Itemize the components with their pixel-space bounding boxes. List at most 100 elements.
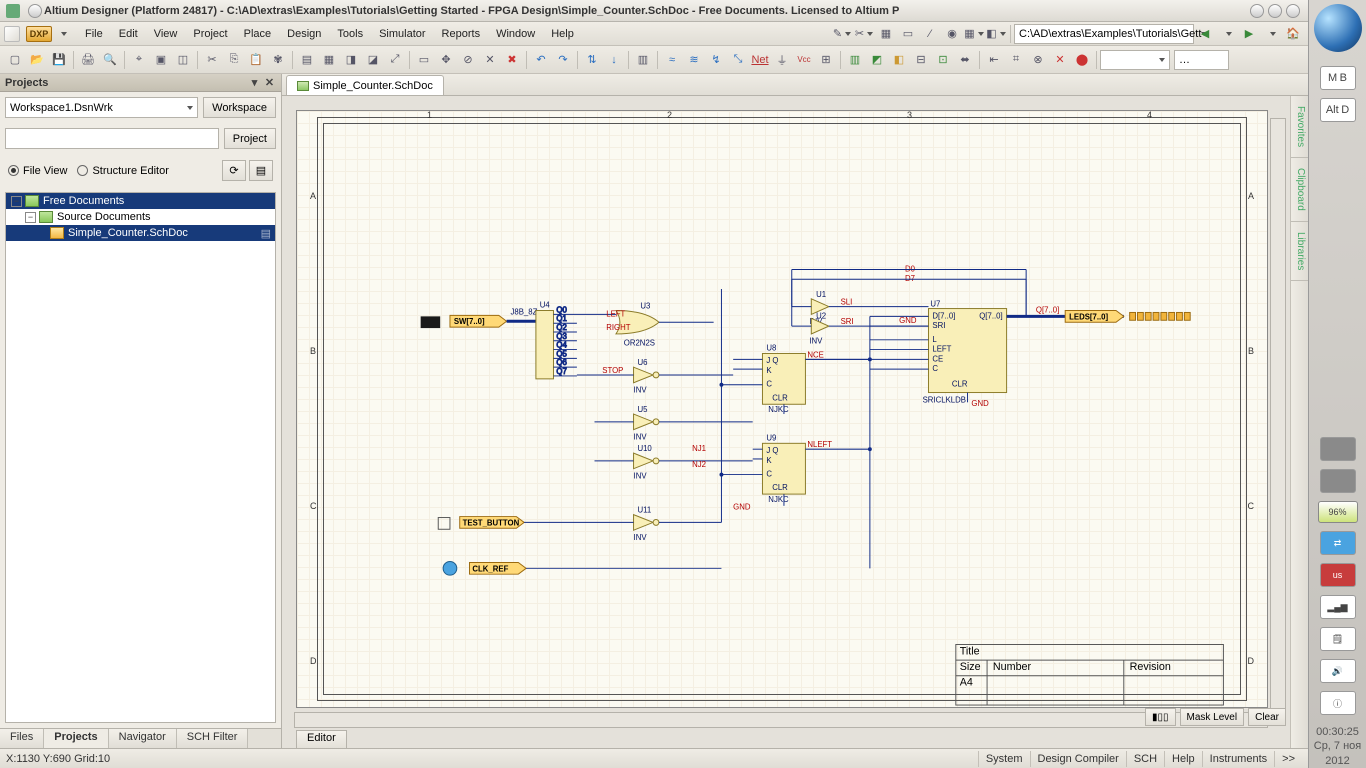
dxp-dropdown-icon[interactable] bbox=[61, 32, 67, 36]
editor-tab[interactable]: Editor bbox=[296, 730, 347, 748]
place-signal-icon[interactable]: ↯ bbox=[706, 50, 726, 70]
tool-slash-icon[interactable]: ⁄ bbox=[920, 24, 940, 44]
tray-drive-icon[interactable] bbox=[1320, 437, 1356, 461]
menu-reports[interactable]: Reports bbox=[434, 25, 489, 43]
print-icon[interactable]: 🖨 bbox=[78, 50, 98, 70]
down-icon[interactable]: ↓ bbox=[604, 50, 624, 70]
device-sheet-icon[interactable]: ◧ bbox=[889, 50, 909, 70]
align-obj-icon[interactable]: ⌗ bbox=[1006, 50, 1026, 70]
diff-icon[interactable]: ⬤ bbox=[1072, 50, 1092, 70]
place-busentry-icon[interactable]: ⤡ bbox=[728, 50, 748, 70]
place-power-gnd-icon[interactable]: ⏚ bbox=[772, 50, 792, 70]
maximize-button[interactable] bbox=[1268, 4, 1282, 18]
harness-icon[interactable]: ⊟ bbox=[911, 50, 931, 70]
tree-source-documents[interactable]: −Source Documents bbox=[6, 209, 275, 225]
tree-config-icon[interactable]: ▤ bbox=[249, 160, 273, 181]
hier-icon[interactable]: ◨ bbox=[341, 50, 361, 70]
menu-tools[interactable]: Tools bbox=[329, 25, 371, 43]
menu-help[interactable]: Help bbox=[543, 25, 582, 43]
menu-edit[interactable]: Edit bbox=[111, 25, 146, 43]
project-combo[interactable] bbox=[5, 128, 219, 149]
tab-projects[interactable]: Projects bbox=[44, 729, 108, 748]
menu-place[interactable]: Place bbox=[236, 25, 280, 43]
tool-grid-icon[interactable]: ▦ bbox=[964, 24, 984, 44]
dock-launcher-1[interactable]: M B bbox=[1320, 66, 1356, 90]
tray-network-icon[interactable]: ▂▄▆ bbox=[1320, 595, 1356, 619]
move-icon[interactable]: ✥ bbox=[436, 50, 456, 70]
nav-back-drop[interactable] bbox=[1217, 24, 1237, 44]
open-icon[interactable]: 📂 bbox=[27, 50, 47, 70]
noerc-icon[interactable]: ⊗ bbox=[1028, 50, 1048, 70]
dock-launcher-2[interactable]: Alt D bbox=[1320, 98, 1356, 122]
clear-button[interactable]: Clear bbox=[1248, 708, 1286, 726]
copy-icon[interactable]: ⎘ bbox=[224, 50, 244, 70]
structure-editor-radio[interactable]: Structure Editor bbox=[77, 165, 168, 177]
schematic-canvas[interactable]: 1 2 3 4 A B C D A B C D SW[7..0] J8B_8 bbox=[282, 96, 1308, 748]
menu-file[interactable]: File bbox=[77, 25, 111, 43]
nav-icon[interactable]: ◪ bbox=[363, 50, 383, 70]
stab-sch[interactable]: SCH bbox=[1126, 751, 1164, 767]
workspace-button[interactable]: Workspace bbox=[203, 97, 276, 118]
tool-chip-icon[interactable]: ▦ bbox=[876, 24, 896, 44]
mask-combo[interactable]: … bbox=[1174, 50, 1229, 70]
updown-icon[interactable]: ⇅ bbox=[582, 50, 602, 70]
stamp-icon[interactable]: ✾ bbox=[268, 50, 288, 70]
crosshair-icon[interactable]: ✖ bbox=[502, 50, 522, 70]
align-left-icon[interactable]: ⇤ bbox=[984, 50, 1004, 70]
undo-icon[interactable]: ↶ bbox=[531, 50, 551, 70]
tray-usb-icon[interactable]: ⇄ bbox=[1320, 531, 1356, 555]
sheets-icon[interactable]: ▦ bbox=[319, 50, 339, 70]
place-bus-icon[interactable]: ≋ bbox=[684, 50, 704, 70]
panel-close-icon[interactable]: ✕ bbox=[263, 76, 276, 89]
zoom-window-icon[interactable]: ⌖ bbox=[129, 50, 149, 70]
app-menu-icon[interactable] bbox=[4, 26, 20, 42]
browse-icon[interactable]: ▥ bbox=[633, 50, 653, 70]
mask-level-button[interactable]: Mask Level bbox=[1180, 708, 1245, 726]
stab-instruments[interactable]: Instruments bbox=[1202, 751, 1274, 767]
menu-project[interactable]: Project bbox=[185, 25, 235, 43]
sheet-icon[interactable]: ▤ bbox=[297, 50, 317, 70]
tray-drive2-icon[interactable] bbox=[1320, 469, 1356, 493]
file-view-radio[interactable]: File View bbox=[8, 165, 67, 177]
place-part-icon[interactable]: ⊞ bbox=[816, 50, 836, 70]
stab-overflow[interactable]: >> bbox=[1274, 751, 1302, 767]
menu-window[interactable]: Window bbox=[488, 25, 543, 43]
cross-icon[interactable]: ✕ bbox=[1050, 50, 1070, 70]
crossprobe-icon[interactable]: ⤢ bbox=[385, 50, 405, 70]
dxp-button[interactable]: DXP bbox=[26, 26, 52, 42]
tray-volume-icon[interactable]: 🔊 bbox=[1320, 659, 1356, 683]
menu-design[interactable]: Design bbox=[279, 25, 329, 43]
place-netlabel-icon[interactable]: Net bbox=[750, 50, 770, 70]
selrect-icon[interactable]: ▭ bbox=[414, 50, 434, 70]
tool-mask-icon[interactable]: ◧ bbox=[986, 24, 1006, 44]
file-path-combo[interactable]: C:\AD\extras\Examples\Tutorials\Gett bbox=[1014, 24, 1194, 44]
stab-help[interactable]: Help bbox=[1164, 751, 1202, 767]
sheet-symbol-icon[interactable]: ▥ bbox=[845, 50, 865, 70]
project-button[interactable]: Project bbox=[224, 128, 276, 149]
zoom-fit-icon[interactable]: ▣ bbox=[151, 50, 171, 70]
paste-icon[interactable]: 📋 bbox=[246, 50, 266, 70]
stab-design-compiler[interactable]: Design Compiler bbox=[1030, 751, 1126, 767]
tab-clipboard[interactable]: Clipboard bbox=[1291, 158, 1308, 222]
refresh-icon[interactable]: ⟳ bbox=[222, 160, 246, 181]
tool-pencil-dropdown[interactable]: ✎ bbox=[832, 24, 852, 44]
nav-fwd-drop[interactable] bbox=[1261, 24, 1281, 44]
save-icon[interactable]: 💾 bbox=[49, 50, 69, 70]
minimize-button[interactable] bbox=[1250, 4, 1264, 18]
tab-files[interactable]: Files bbox=[0, 729, 44, 748]
tab-favorites[interactable]: Favorites bbox=[1291, 96, 1308, 158]
preview-icon[interactable]: 🔍 bbox=[100, 50, 120, 70]
desktop-clock[interactable]: 00:30:25 Ср, 7 ноя 2012 bbox=[1314, 725, 1362, 768]
globe-icon[interactable] bbox=[1314, 4, 1362, 52]
horizontal-scrollbar[interactable] bbox=[294, 712, 1268, 728]
tab-libraries[interactable]: Libraries bbox=[1291, 222, 1308, 281]
panel-menu-icon[interactable]: ▾ bbox=[248, 76, 261, 89]
tool-rect-icon[interactable]: ▭ bbox=[898, 24, 918, 44]
battery-indicator[interactable]: 96% bbox=[1318, 501, 1358, 523]
sheet-entry-icon[interactable]: ◩ bbox=[867, 50, 887, 70]
nav-home-icon[interactable]: 🏠 bbox=[1283, 24, 1303, 44]
window-menu-button[interactable] bbox=[28, 4, 42, 18]
tool-clip-dropdown[interactable]: ✂ bbox=[854, 24, 874, 44]
menu-simulator[interactable]: Simulator bbox=[371, 25, 433, 43]
nav-back-button[interactable]: ◀ bbox=[1195, 24, 1215, 44]
